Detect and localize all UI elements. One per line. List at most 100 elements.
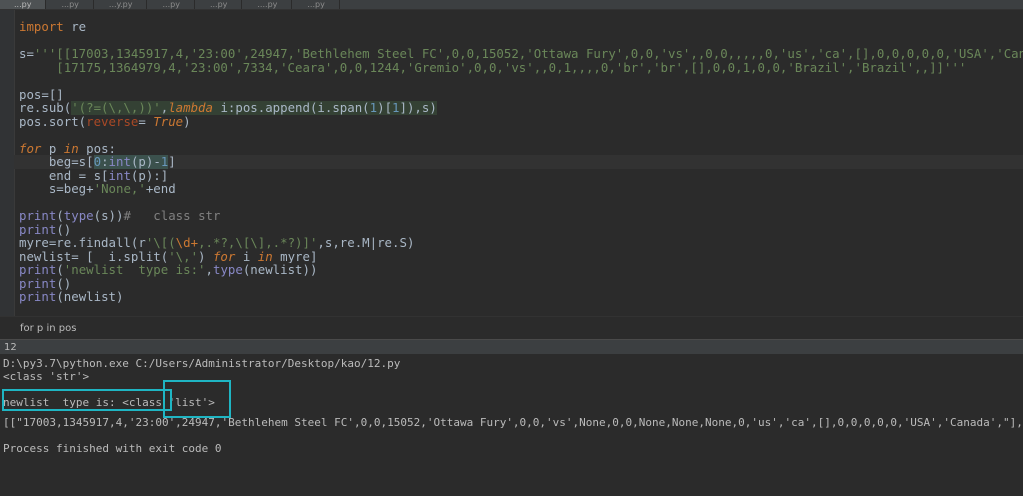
code-token: s= — [19, 47, 34, 61]
code-token: '\[( — [145, 236, 176, 250]
highlight-box-newlist-line — [2, 389, 172, 411]
code-token: in — [257, 249, 273, 263]
code-token: int — [108, 168, 131, 182]
code-token: for — [19, 141, 42, 155]
breadcrumb-item[interactable]: for p in pos — [20, 323, 76, 334]
code-token: type — [63, 209, 94, 223]
editor-tab[interactable]: ...py — [47, 0, 94, 9]
code-token: ,s,re.M|re.S) — [317, 236, 415, 250]
code-line[interactable] — [19, 34, 1023, 48]
code-token: end = s[ — [19, 168, 109, 182]
code-token: pos: — [78, 141, 117, 155]
code-line[interactable]: print(newlist) — [19, 290, 1023, 304]
code-line[interactable] — [19, 196, 1023, 210]
code-token: p — [41, 141, 64, 155]
code-line[interactable]: print(type(s))# class str — [19, 209, 1023, 223]
code-token: pos=[] — [19, 87, 64, 101]
code-token: print — [19, 222, 57, 236]
code-line[interactable]: myre=re.findall(r'\[(\d+,.*?,\[\],.*?)]'… — [19, 236, 1023, 250]
editor-tab[interactable]: ...y.py — [95, 0, 148, 9]
code-token: i:pos.append(i.span( — [212, 101, 370, 115]
code-line[interactable] — [19, 74, 1023, 88]
run-console-output[interactable]: D:\py3.7\python.exe C:/Users/Administrat… — [0, 354, 1023, 496]
code-token: print — [19, 276, 57, 290]
code-token: myre=re.findall(r — [19, 236, 146, 250]
code-token: in — [63, 141, 79, 155]
code-line[interactable]: print('newlist type is:',type(newlist)) — [19, 263, 1023, 277]
code-token: (newlist)) — [242, 263, 318, 277]
code-line[interactable]: import re — [19, 20, 1023, 34]
code-token: print — [19, 263, 57, 277]
code-token: import — [19, 20, 64, 34]
code-token: '\,' — [168, 249, 199, 263]
code-token: beg=s[ — [19, 155, 94, 169]
console-line: [["17003,1345917,4,'23:00',24947,'Bethle… — [3, 416, 1023, 429]
code-token: ,.*?,\[\],.*?)]' — [198, 236, 318, 250]
code-token: myre] — [272, 249, 318, 263]
code-token: pos.sort( — [19, 114, 87, 128]
code-token: 1 — [369, 101, 378, 115]
code-token: (p):] — [130, 168, 169, 182]
code-token: re.sub( — [19, 101, 72, 115]
editor-tab-bar: ...py ...py ...y.py ...py ...py ....py ...py — [0, 0, 1023, 10]
code-token: re — [63, 20, 87, 34]
code-token: # class str — [123, 209, 221, 223]
code-token: reverse — [86, 114, 139, 128]
code-token: print — [19, 290, 57, 304]
editor-tab[interactable]: ...py — [196, 0, 243, 9]
code-token: ( — [56, 209, 64, 223]
code-token: for — [212, 249, 236, 263]
code-token: ]),s) — [399, 101, 437, 115]
editor-tab[interactable]: ...py — [293, 0, 340, 9]
code-line[interactable]: for p in pos: — [19, 142, 1023, 156]
code-token: print — [19, 209, 57, 223]
code-token: int — [108, 155, 131, 169]
code-token: (p)- — [130, 155, 161, 169]
editor-tab[interactable]: ...py — [148, 0, 195, 9]
code-token: i — [235, 249, 258, 263]
run-tab-label[interactable]: 12 — [4, 342, 17, 353]
editor-gutter — [0, 10, 15, 316]
code-line[interactable]: re.sub('(?=(\,\,))',lambda i:pos.append(… — [19, 101, 1023, 115]
code-token: ( — [56, 263, 64, 277]
code-token: True — [153, 114, 184, 128]
code-line[interactable] — [19, 128, 1023, 142]
code-token: ] — [168, 155, 176, 169]
editor-tab[interactable]: ....py — [243, 0, 293, 9]
code-token: type — [213, 263, 243, 277]
code-token: [17175,1364979,4,'23:00',7334,'Ceara',0,… — [19, 60, 967, 74]
code-token: newlist= [ i.split( — [19, 249, 169, 263]
code-token: = — [138, 114, 154, 128]
code-token: 0 — [93, 155, 102, 169]
code-token: () — [56, 222, 72, 236]
code-token: lambda — [168, 101, 213, 115]
code-token: ) — [198, 249, 213, 263]
code-token: (s)) — [93, 209, 124, 223]
console-line: D:\py3.7\python.exe C:/Users/Administrat… — [3, 357, 401, 370]
breadcrumb[interactable]: for p in pos — [0, 316, 1023, 339]
code-token: \d+ — [175, 236, 199, 250]
highlight-box-list-type — [163, 380, 231, 418]
code-token: )[ — [377, 101, 393, 115]
code-token: '(?=(\,\,))' — [71, 101, 161, 115]
code-line[interactable]: print() — [19, 277, 1023, 291]
code-token: 1 — [392, 101, 400, 115]
code-token: +end — [145, 182, 176, 196]
code-line[interactable]: s='''[[17003,1345917,4,'23:00',24947,'Be… — [19, 47, 1023, 61]
code-token: '''[[17003,1345917,4,'23:00',24947,'Beth… — [33, 47, 1023, 61]
code-editor[interactable]: import re s='''[[17003,1345917,4,'23:00',… — [0, 10, 1023, 316]
code-token: () — [56, 276, 72, 290]
code-line[interactable]: pos=[] — [19, 88, 1023, 102]
code-line[interactable]: end = s[int(p):] — [19, 169, 1023, 183]
code-token: 'newlist type is:' — [63, 263, 206, 277]
code-line[interactable]: pos.sort(reverse= True) — [19, 115, 1023, 129]
editor-tab[interactable]: ...py — [0, 0, 47, 9]
code-token: , — [205, 263, 213, 277]
code-line[interactable]: print() — [19, 223, 1023, 237]
code-line[interactable]: newlist= [ i.split('\,') for i in myre] — [19, 250, 1023, 264]
code-token: s=beg+ — [19, 182, 94, 196]
code-line[interactable]: beg=s[0:int(p)-1] — [14, 155, 1023, 169]
code-token: (newlist) — [56, 290, 124, 304]
code-line[interactable]: s=beg+'None,'+end — [19, 182, 1023, 196]
code-line[interactable]: [17175,1364979,4,'23:00',7334,'Ceara',0,… — [19, 61, 1023, 75]
